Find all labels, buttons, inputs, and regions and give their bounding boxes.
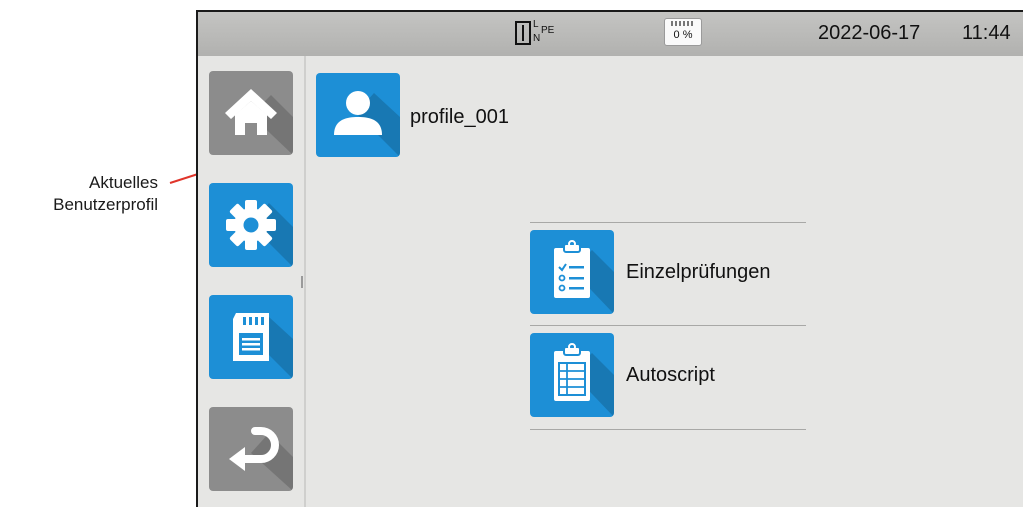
script-clipboard-icon	[554, 343, 614, 417]
sidebar	[198, 56, 306, 507]
menu-label-autoscript: Autoscript	[626, 364, 715, 386]
settings-button[interactable]	[209, 183, 293, 267]
gear-icon	[226, 200, 293, 267]
menu-label-einzelpruefungen: Einzelprüfungen	[626, 261, 771, 283]
memory-button[interactable]	[209, 295, 293, 379]
annotation-line-2: Benutzerprofil	[53, 195, 158, 214]
connection-l-label: L	[533, 19, 539, 30]
menu-item-einzelpruefungen[interactable]: Einzelprüfungen	[530, 223, 806, 321]
return-arrow-icon	[229, 427, 293, 491]
menu-divider	[530, 429, 806, 430]
sd-card-icon	[233, 313, 293, 379]
sd-card-status[interactable]: 0 %	[664, 18, 702, 46]
user-profile-button[interactable]	[316, 73, 400, 157]
back-button[interactable]	[209, 407, 293, 491]
user-icon	[334, 91, 400, 157]
connection-n-label: N	[533, 33, 541, 44]
status-bar: L N PE 0 % 2022-06-17 11:44	[198, 12, 1023, 56]
menu-item-autoscript[interactable]: Autoscript	[530, 326, 806, 424]
sd-card-icon	[671, 21, 695, 26]
status-date: 2022-06-17	[818, 22, 921, 44]
connection-terminal-icon	[515, 21, 531, 45]
checklist-clipboard-icon	[554, 240, 614, 314]
sd-card-usage: 0 %	[673, 29, 693, 41]
device-screen: L N PE 0 % 2022-06-17 11:44 profile_001 …	[196, 10, 1023, 507]
single-tests-tile	[530, 230, 614, 314]
l-n-pe-connection-icon[interactable]: L N PE	[515, 19, 563, 49]
autoscript-tile	[530, 333, 614, 417]
sidebar-grip[interactable]	[301, 276, 303, 288]
profile-name[interactable]: profile_001	[410, 106, 509, 129]
annotation-line-1: Aktuelles	[89, 173, 158, 192]
annotation-label: Aktuelles Benutzerprofil	[0, 172, 158, 216]
status-time: 11:44	[962, 22, 1011, 44]
home-icon	[225, 89, 293, 155]
home-button[interactable]	[209, 71, 293, 155]
connection-pe-label: PE	[541, 25, 555, 36]
